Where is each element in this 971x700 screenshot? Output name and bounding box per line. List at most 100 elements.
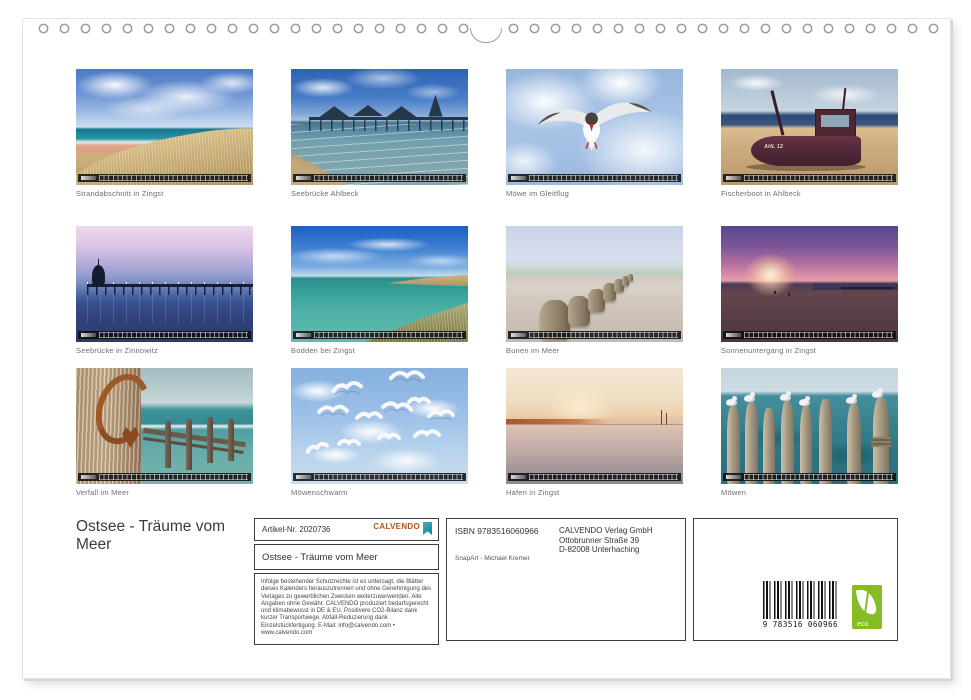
- wooden-post: [745, 402, 758, 484]
- thumbnail-caption: Bunen im Meer: [506, 346, 683, 355]
- seagull-icon: [726, 399, 737, 406]
- seagull-icon: [780, 394, 791, 401]
- product-info-column: Artikel-Nr. 2020736 CALVENDO Ostsee - Tr…: [254, 518, 439, 645]
- month-thumbnail: Möwe im Gleitflug: [506, 69, 683, 198]
- thumbnail-row-1: Strandabschnitt in Zingst Seebrücke Ahlb…: [76, 69, 898, 198]
- groyne-silhouette: [841, 287, 894, 289]
- month-thumbnail: Möwenschwarm: [291, 368, 468, 497]
- jetty-post: [186, 419, 192, 470]
- thumbnail-caption: Bodden bei Zingst: [291, 346, 468, 355]
- groyne-post: [628, 274, 633, 281]
- month-thumbnail: Bodden bei Zingst: [291, 226, 468, 355]
- thumbnail-caption: Sonnenuntergang in Zingst: [721, 346, 898, 355]
- article-number: Artikel-Nr. 2020736: [262, 525, 330, 534]
- thumbnail-caption: Fischerboot in Ahlbeck: [721, 189, 898, 198]
- jetty-post: [207, 417, 213, 463]
- calendar-strip: [723, 331, 896, 339]
- article-number-box: Artikel-Nr. 2020736 CALVENDO: [254, 518, 439, 541]
- pier-legs: [87, 286, 253, 295]
- pier-roof: [319, 106, 349, 117]
- calvendo-wordmark: CALVENDO: [373, 522, 420, 531]
- month-thumbnail: Verfall im Meer: [76, 368, 253, 497]
- publisher-city: D-82008 Unterhaching: [559, 545, 653, 555]
- thumbnail-caption: Möwe im Gleitflug: [506, 189, 683, 198]
- spiral-punch-holes-right: [503, 22, 944, 35]
- publisher-street: Ottobrunner Straße 39: [559, 536, 653, 546]
- thumbnail-caption: Strandabschnitt in Zingst: [76, 189, 253, 198]
- calendar-back-sheet: Strandabschnitt in Zingst Seebrücke Ahlb…: [22, 18, 951, 679]
- seagull-icon: [744, 395, 755, 402]
- photo-bodden-lagoon: [291, 226, 468, 342]
- thumbnail-caption: Möwenschwarm: [291, 488, 468, 497]
- calendar-strip: [78, 331, 251, 339]
- isbn: ISBN 9783516060966: [455, 526, 539, 536]
- publisher-box: ISBN 9783516060966 CALVENDO Verlag GmbH …: [446, 518, 686, 641]
- barcode-bars: [763, 581, 837, 619]
- photo-pier-ahlbeck: [291, 69, 468, 185]
- month-thumbnail: Sonnenuntergang in Zingst: [721, 226, 898, 355]
- month-thumbnail: Möwen: [721, 368, 898, 497]
- boat-mast: [770, 90, 784, 136]
- boat-hull: AHL 12: [751, 136, 861, 166]
- publisher-address: CALVENDO Verlag GmbH Ottobrunner Straße …: [559, 526, 653, 555]
- eco-label: eco: [852, 585, 882, 629]
- shoreline: [387, 275, 468, 287]
- calendar-strip: [508, 473, 681, 481]
- calvendo-wordmark-block: CALVENDO: [373, 522, 420, 531]
- water-reflections: [87, 293, 253, 323]
- calendar-title-box: Ostsee - Träume vom Meer: [254, 544, 439, 570]
- photo-gliding-gull: [506, 69, 683, 185]
- barcode-box: 9 783516 060966 eco: [693, 518, 898, 641]
- thumbnail-caption: Hafen in Zingst: [506, 488, 683, 497]
- calendar-strip: [78, 174, 251, 182]
- calendar-strip: [293, 331, 466, 339]
- publisher-name: CALVENDO Verlag GmbH: [559, 526, 653, 536]
- seagull-icon: [872, 391, 883, 398]
- beach-walker: [788, 293, 790, 296]
- diving-gondola-tower: [92, 265, 105, 287]
- boat-registration: AHL 12: [764, 144, 783, 150]
- seagull-icon: [846, 397, 857, 404]
- calendar-strip: [78, 473, 251, 481]
- boat-mast: [661, 410, 662, 425]
- boat-mast: [666, 413, 667, 425]
- month-thumbnail: AHL 12 Fischerboot in Ahlbeck: [721, 69, 898, 198]
- calendar-strip: [508, 174, 681, 182]
- beach-walker: [774, 291, 776, 294]
- wooden-post: [781, 401, 794, 484]
- groyne-post: [568, 296, 590, 326]
- thumbnail-row-3: Verfall im Meer: [76, 368, 898, 497]
- thumbnail-caption: Möwen: [721, 488, 898, 497]
- photo-pier-zinnowitz: [76, 226, 253, 342]
- photo-sunset-zingst: [721, 226, 898, 342]
- leaf-icon: [856, 588, 877, 617]
- calendar-strip: [293, 473, 466, 481]
- month-thumbnail: Seebrücke Ahlbeck: [291, 69, 468, 198]
- photo-rusty-anchor: [76, 368, 253, 484]
- thumbnail-grid: Strandabschnitt in Zingst Seebrücke Ahlb…: [76, 69, 906, 509]
- photo-gulls-on-posts: [721, 368, 898, 484]
- hanger-notch: [470, 28, 502, 43]
- month-thumbnail: Bunen im Meer: [506, 226, 683, 355]
- spiral-punch-holes-left: [33, 22, 474, 35]
- calendar-strip: [508, 331, 681, 339]
- pier-roof: [353, 105, 383, 116]
- thumbnail-caption: Verfall im Meer: [76, 488, 253, 497]
- wooden-post-with-rope: [873, 398, 889, 484]
- seagull-flock-icon: [291, 368, 468, 484]
- month-thumbnail: Seebrücke in Zinnowitz: [76, 226, 253, 355]
- calvendo-logo: CALVENDO: [373, 522, 432, 535]
- calendar-strip: [293, 174, 466, 182]
- calendar-strip: [723, 473, 896, 481]
- seagull-icon: [799, 399, 810, 406]
- photo-gull-flock: [291, 368, 468, 484]
- barcode-digits: 9 783516 060966: [763, 620, 838, 629]
- pier-spire: [426, 95, 446, 117]
- photo-beach-zingst: [76, 69, 253, 185]
- legal-text: Infolge bestehender Schutzrechte ist es …: [254, 573, 439, 645]
- ean-barcode: 9 783516 060966: [763, 581, 838, 629]
- calvendo-flag-icon: [423, 522, 432, 535]
- horizon-line: [506, 424, 683, 426]
- month-thumbnail: Strandabschnitt in Zingst: [76, 69, 253, 198]
- pier-roof: [387, 106, 417, 117]
